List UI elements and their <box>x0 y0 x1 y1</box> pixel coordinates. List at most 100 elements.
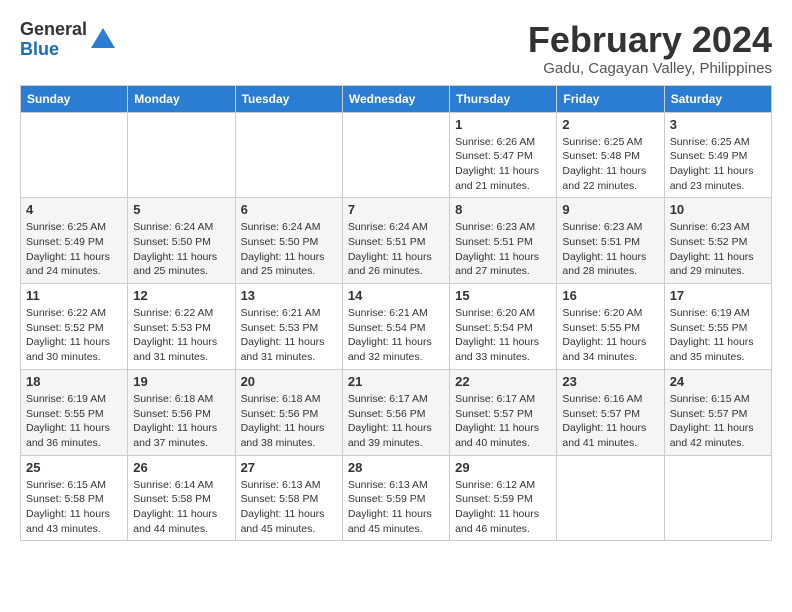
day-number: 21 <box>348 374 444 389</box>
day-number: 29 <box>455 460 551 475</box>
calendar-cell: 4 Sunrise: 6:25 AM Sunset: 5:49 PM Daylig… <box>21 198 128 284</box>
calendar-cell: 7Sunrise: 6:24 AM Sunset: 5:51 PM Daylig… <box>342 198 449 284</box>
day-number: 6 <box>241 202 337 217</box>
header-wednesday: Wednesday <box>342 85 449 112</box>
day-number: 4 <box>26 202 122 217</box>
calendar-cell <box>21 112 128 198</box>
day-number: 15 <box>455 288 551 303</box>
calendar-cell: 14 Sunrise: 6:21 AM Sunset: 5:54 PM Dayli… <box>342 284 449 370</box>
day-info: Sunrise: 6:25 AM Sunset: 5:49 PM Dayligh… <box>26 220 122 279</box>
day-info: Sunrise: 6:21 AM Sunset: 5:54 PM Dayligh… <box>348 306 444 365</box>
calendar-cell: 15 Sunrise: 6:20 AM Sunset: 5:54 PM Dayli… <box>450 284 557 370</box>
day-info: Sunrise: 6:15 AM Sunset: 5:57 PM Dayligh… <box>670 392 766 451</box>
day-number: 16 <box>562 288 658 303</box>
day-info: Sunrise: 6:23 AM Sunset: 5:52 PM Dayligh… <box>670 220 766 279</box>
calendar-cell <box>664 455 771 541</box>
day-number: 19 <box>133 374 229 389</box>
calendar-cell: 10 Sunrise: 6:23 AM Sunset: 5:52 PM Dayli… <box>664 198 771 284</box>
logo-general: General <box>20 20 87 40</box>
day-number: 14 <box>348 288 444 303</box>
header-sunday: Sunday <box>21 85 128 112</box>
location-subtitle: Gadu, Cagayan Valley, Philippines <box>528 60 772 77</box>
title-section: February 2024 Gadu, Cagayan Valley, Phil… <box>528 20 772 77</box>
calendar-week-row: 4 Sunrise: 6:25 AM Sunset: 5:49 PM Daylig… <box>21 198 772 284</box>
day-info: Sunrise: 6:12 AM Sunset: 5:59 PM Dayligh… <box>455 478 551 537</box>
day-info: Sunrise: 6:15 AM Sunset: 5:58 PM Dayligh… <box>26 478 122 537</box>
header-friday: Friday <box>557 85 664 112</box>
day-info: Sunrise: 6:24 AM Sunset: 5:50 PM Dayligh… <box>133 220 229 279</box>
day-number: 24 <box>670 374 766 389</box>
calendar-week-row: 18Sunrise: 6:19 AM Sunset: 5:55 PM Dayli… <box>21 369 772 455</box>
calendar-cell <box>235 112 342 198</box>
calendar-cell: 17Sunrise: 6:19 AM Sunset: 5:55 PM Dayli… <box>664 284 771 370</box>
day-number: 22 <box>455 374 551 389</box>
day-info: Sunrise: 6:16 AM Sunset: 5:57 PM Dayligh… <box>562 392 658 451</box>
calendar-cell: 26Sunrise: 6:14 AM Sunset: 5:58 PM Dayli… <box>128 455 235 541</box>
calendar-cell <box>557 455 664 541</box>
day-number: 8 <box>455 202 551 217</box>
calendar-cell: 18Sunrise: 6:19 AM Sunset: 5:55 PM Dayli… <box>21 369 128 455</box>
day-info: Sunrise: 6:26 AM Sunset: 5:47 PM Dayligh… <box>455 135 551 194</box>
day-info: Sunrise: 6:18 AM Sunset: 5:56 PM Dayligh… <box>133 392 229 451</box>
day-info: Sunrise: 6:23 AM Sunset: 5:51 PM Dayligh… <box>562 220 658 279</box>
calendar-cell: 27Sunrise: 6:13 AM Sunset: 5:58 PM Dayli… <box>235 455 342 541</box>
header-monday: Monday <box>128 85 235 112</box>
calendar-cell: 20 Sunrise: 6:18 AM Sunset: 5:56 PM Dayli… <box>235 369 342 455</box>
month-year-title: February 2024 <box>528 20 772 60</box>
day-number: 3 <box>670 117 766 132</box>
day-info: Sunrise: 6:17 AM Sunset: 5:57 PM Dayligh… <box>455 392 551 451</box>
day-number: 20 <box>241 374 337 389</box>
day-info: Sunrise: 6:20 AM Sunset: 5:55 PM Dayligh… <box>562 306 658 365</box>
day-number: 2 <box>562 117 658 132</box>
calendar-cell: 24 Sunrise: 6:15 AM Sunset: 5:57 PM Dayli… <box>664 369 771 455</box>
day-number: 12 <box>133 288 229 303</box>
day-info: Sunrise: 6:22 AM Sunset: 5:53 PM Dayligh… <box>133 306 229 365</box>
calendar-cell: 2 Sunrise: 6:25 AM Sunset: 5:48 PM Daylig… <box>557 112 664 198</box>
top-section: General Blue February 2024 Gadu, Cagayan… <box>20 20 772 77</box>
calendar-table: SundayMondayTuesdayWednesdayThursdayFrid… <box>20 85 772 542</box>
calendar-cell <box>128 112 235 198</box>
day-info: Sunrise: 6:21 AM Sunset: 5:53 PM Dayligh… <box>241 306 337 365</box>
day-number: 5 <box>133 202 229 217</box>
day-info: Sunrise: 6:25 AM Sunset: 5:48 PM Dayligh… <box>562 135 658 194</box>
day-number: 1 <box>455 117 551 132</box>
day-info: Sunrise: 6:18 AM Sunset: 5:56 PM Dayligh… <box>241 392 337 451</box>
header-tuesday: Tuesday <box>235 85 342 112</box>
day-info: Sunrise: 6:23 AM Sunset: 5:51 PM Dayligh… <box>455 220 551 279</box>
day-info: Sunrise: 6:20 AM Sunset: 5:54 PM Dayligh… <box>455 306 551 365</box>
calendar-week-row: 11 Sunrise: 6:22 AM Sunset: 5:52 PM Dayli… <box>21 284 772 370</box>
header-thursday: Thursday <box>450 85 557 112</box>
calendar-cell: 1 Sunrise: 6:26 AM Sunset: 5:47 PM Daylig… <box>450 112 557 198</box>
calendar-week-row: 25Sunrise: 6:15 AM Sunset: 5:58 PM Dayli… <box>21 455 772 541</box>
day-info: Sunrise: 6:22 AM Sunset: 5:52 PM Dayligh… <box>26 306 122 365</box>
day-number: 28 <box>348 460 444 475</box>
day-info: Sunrise: 6:13 AM Sunset: 5:58 PM Dayligh… <box>241 478 337 537</box>
logo-icon <box>89 26 117 54</box>
calendar-cell: 11 Sunrise: 6:22 AM Sunset: 5:52 PM Dayli… <box>21 284 128 370</box>
calendar-header-row: SundayMondayTuesdayWednesdayThursdayFrid… <box>21 85 772 112</box>
calendar-cell: 12 Sunrise: 6:22 AM Sunset: 5:53 PM Dayli… <box>128 284 235 370</box>
calendar-cell: 6 Sunrise: 6:24 AM Sunset: 5:50 PM Daylig… <box>235 198 342 284</box>
day-info: Sunrise: 6:24 AM Sunset: 5:50 PM Dayligh… <box>241 220 337 279</box>
day-number: 10 <box>670 202 766 217</box>
calendar-cell: 3Sunrise: 6:25 AM Sunset: 5:49 PM Daylig… <box>664 112 771 198</box>
calendar-cell: 21 Sunrise: 6:17 AM Sunset: 5:56 PM Dayli… <box>342 369 449 455</box>
day-info: Sunrise: 6:19 AM Sunset: 5:55 PM Dayligh… <box>26 392 122 451</box>
calendar-cell: 22 Sunrise: 6:17 AM Sunset: 5:57 PM Dayli… <box>450 369 557 455</box>
logo: General Blue <box>20 20 117 60</box>
day-number: 23 <box>562 374 658 389</box>
day-number: 26 <box>133 460 229 475</box>
day-info: Sunrise: 6:17 AM Sunset: 5:56 PM Dayligh… <box>348 392 444 451</box>
day-number: 9 <box>562 202 658 217</box>
day-number: 17 <box>670 288 766 303</box>
calendar-cell: 19 Sunrise: 6:18 AM Sunset: 5:56 PM Dayli… <box>128 369 235 455</box>
calendar-cell: 28Sunrise: 6:13 AM Sunset: 5:59 PM Dayli… <box>342 455 449 541</box>
calendar-cell <box>342 112 449 198</box>
calendar-week-row: 1 Sunrise: 6:26 AM Sunset: 5:47 PM Daylig… <box>21 112 772 198</box>
calendar-cell: 5 Sunrise: 6:24 AM Sunset: 5:50 PM Daylig… <box>128 198 235 284</box>
day-info: Sunrise: 6:24 AM Sunset: 5:51 PM Dayligh… <box>348 220 444 279</box>
calendar-cell: 25Sunrise: 6:15 AM Sunset: 5:58 PM Dayli… <box>21 455 128 541</box>
calendar-cell: 16 Sunrise: 6:20 AM Sunset: 5:55 PM Dayli… <box>557 284 664 370</box>
logo-blue: Blue <box>20 40 87 60</box>
day-number: 11 <box>26 288 122 303</box>
